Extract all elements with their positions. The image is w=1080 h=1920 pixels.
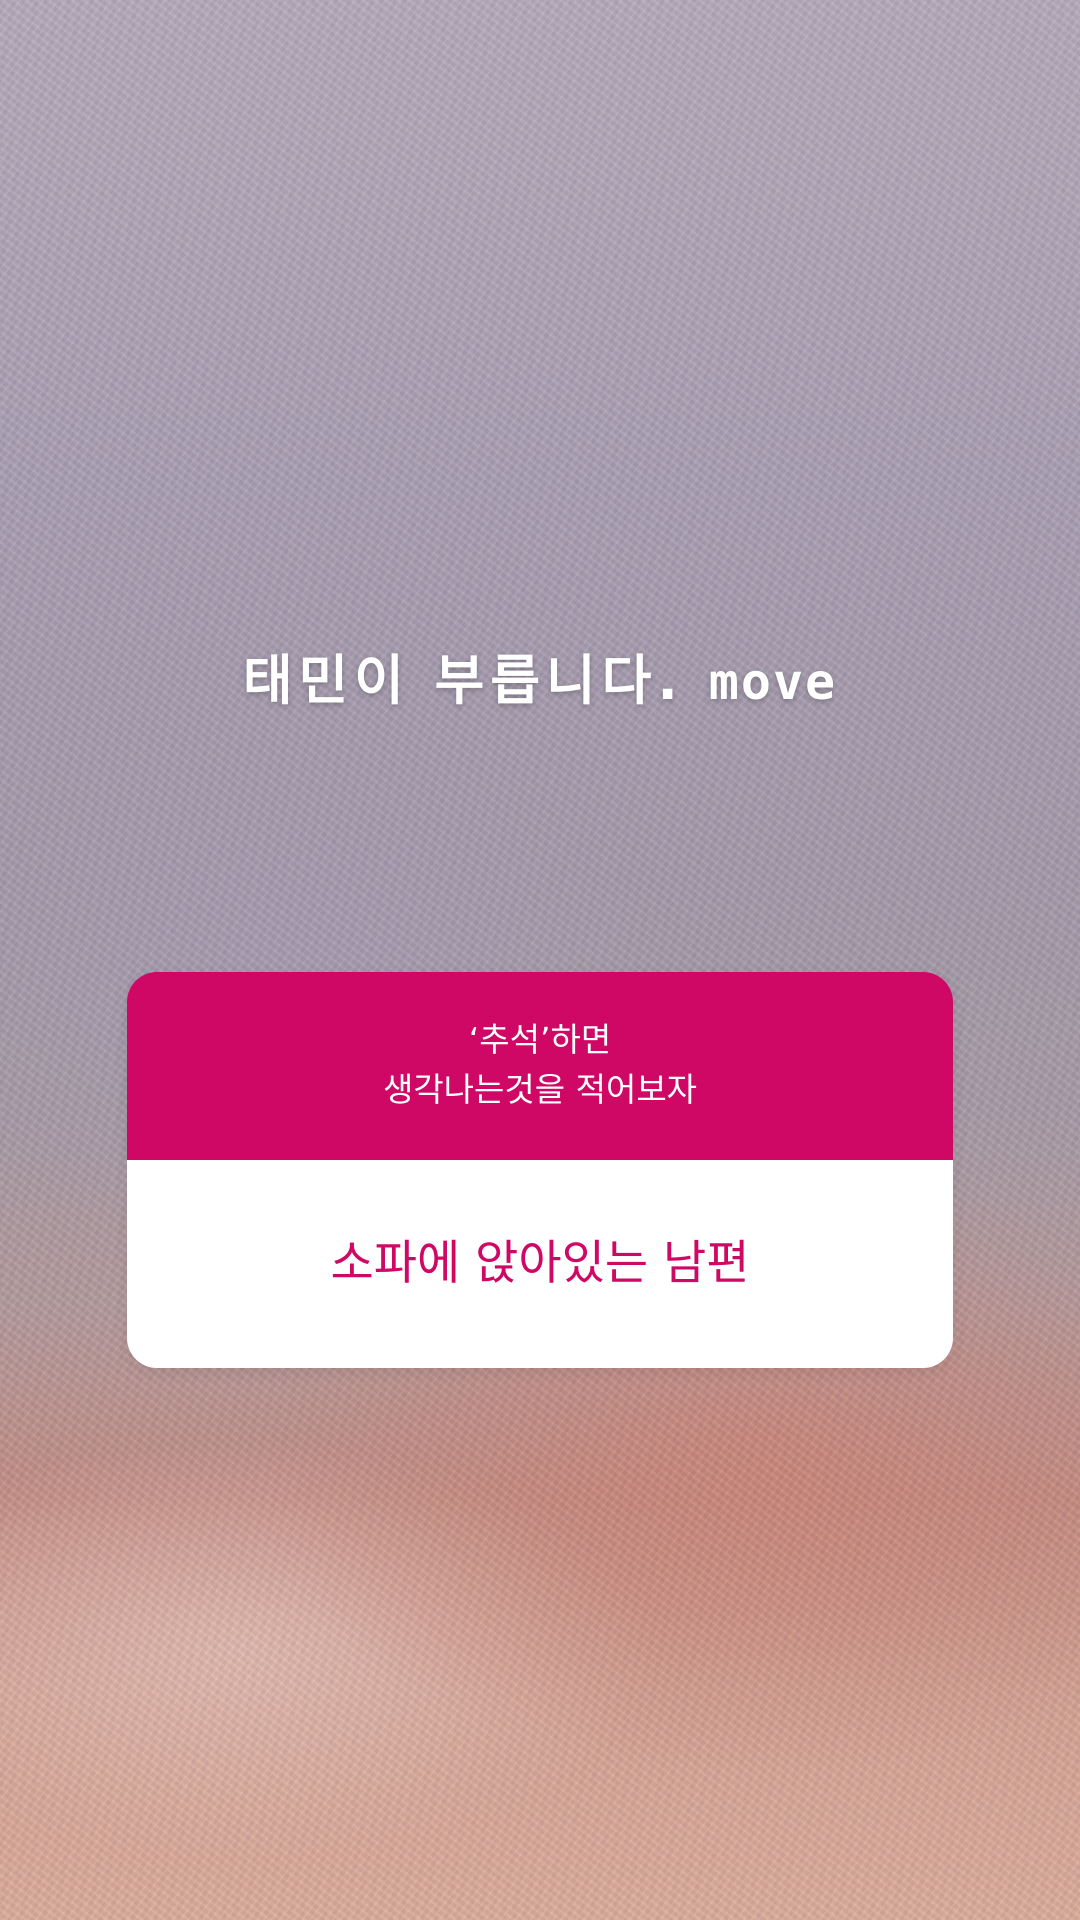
background-texture [0, 0, 1080, 1920]
answer-text: 소파에 앉아있는 남편 [330, 1236, 750, 1291]
answer-area[interactable]: 소파에 앉아있는 남편 [127, 1160, 953, 1368]
story-caption[interactable]: 태민이 부릅니다. move [0, 636, 1080, 715]
question-line-1: ‘추석’하면 [468, 1020, 612, 1059]
question-sticker[interactable]: ‘추석’하면 생각나는것을 적어보자 소파에 앉아있는 남편 [127, 972, 953, 1368]
question-line-2: 생각나는것을 적어보자 [382, 1070, 698, 1109]
caption-text: 태민이 부릅니다. [242, 649, 684, 712]
caption-song-title: move [708, 653, 838, 711]
question-header: ‘추석’하면 생각나는것을 적어보자 [127, 972, 953, 1160]
